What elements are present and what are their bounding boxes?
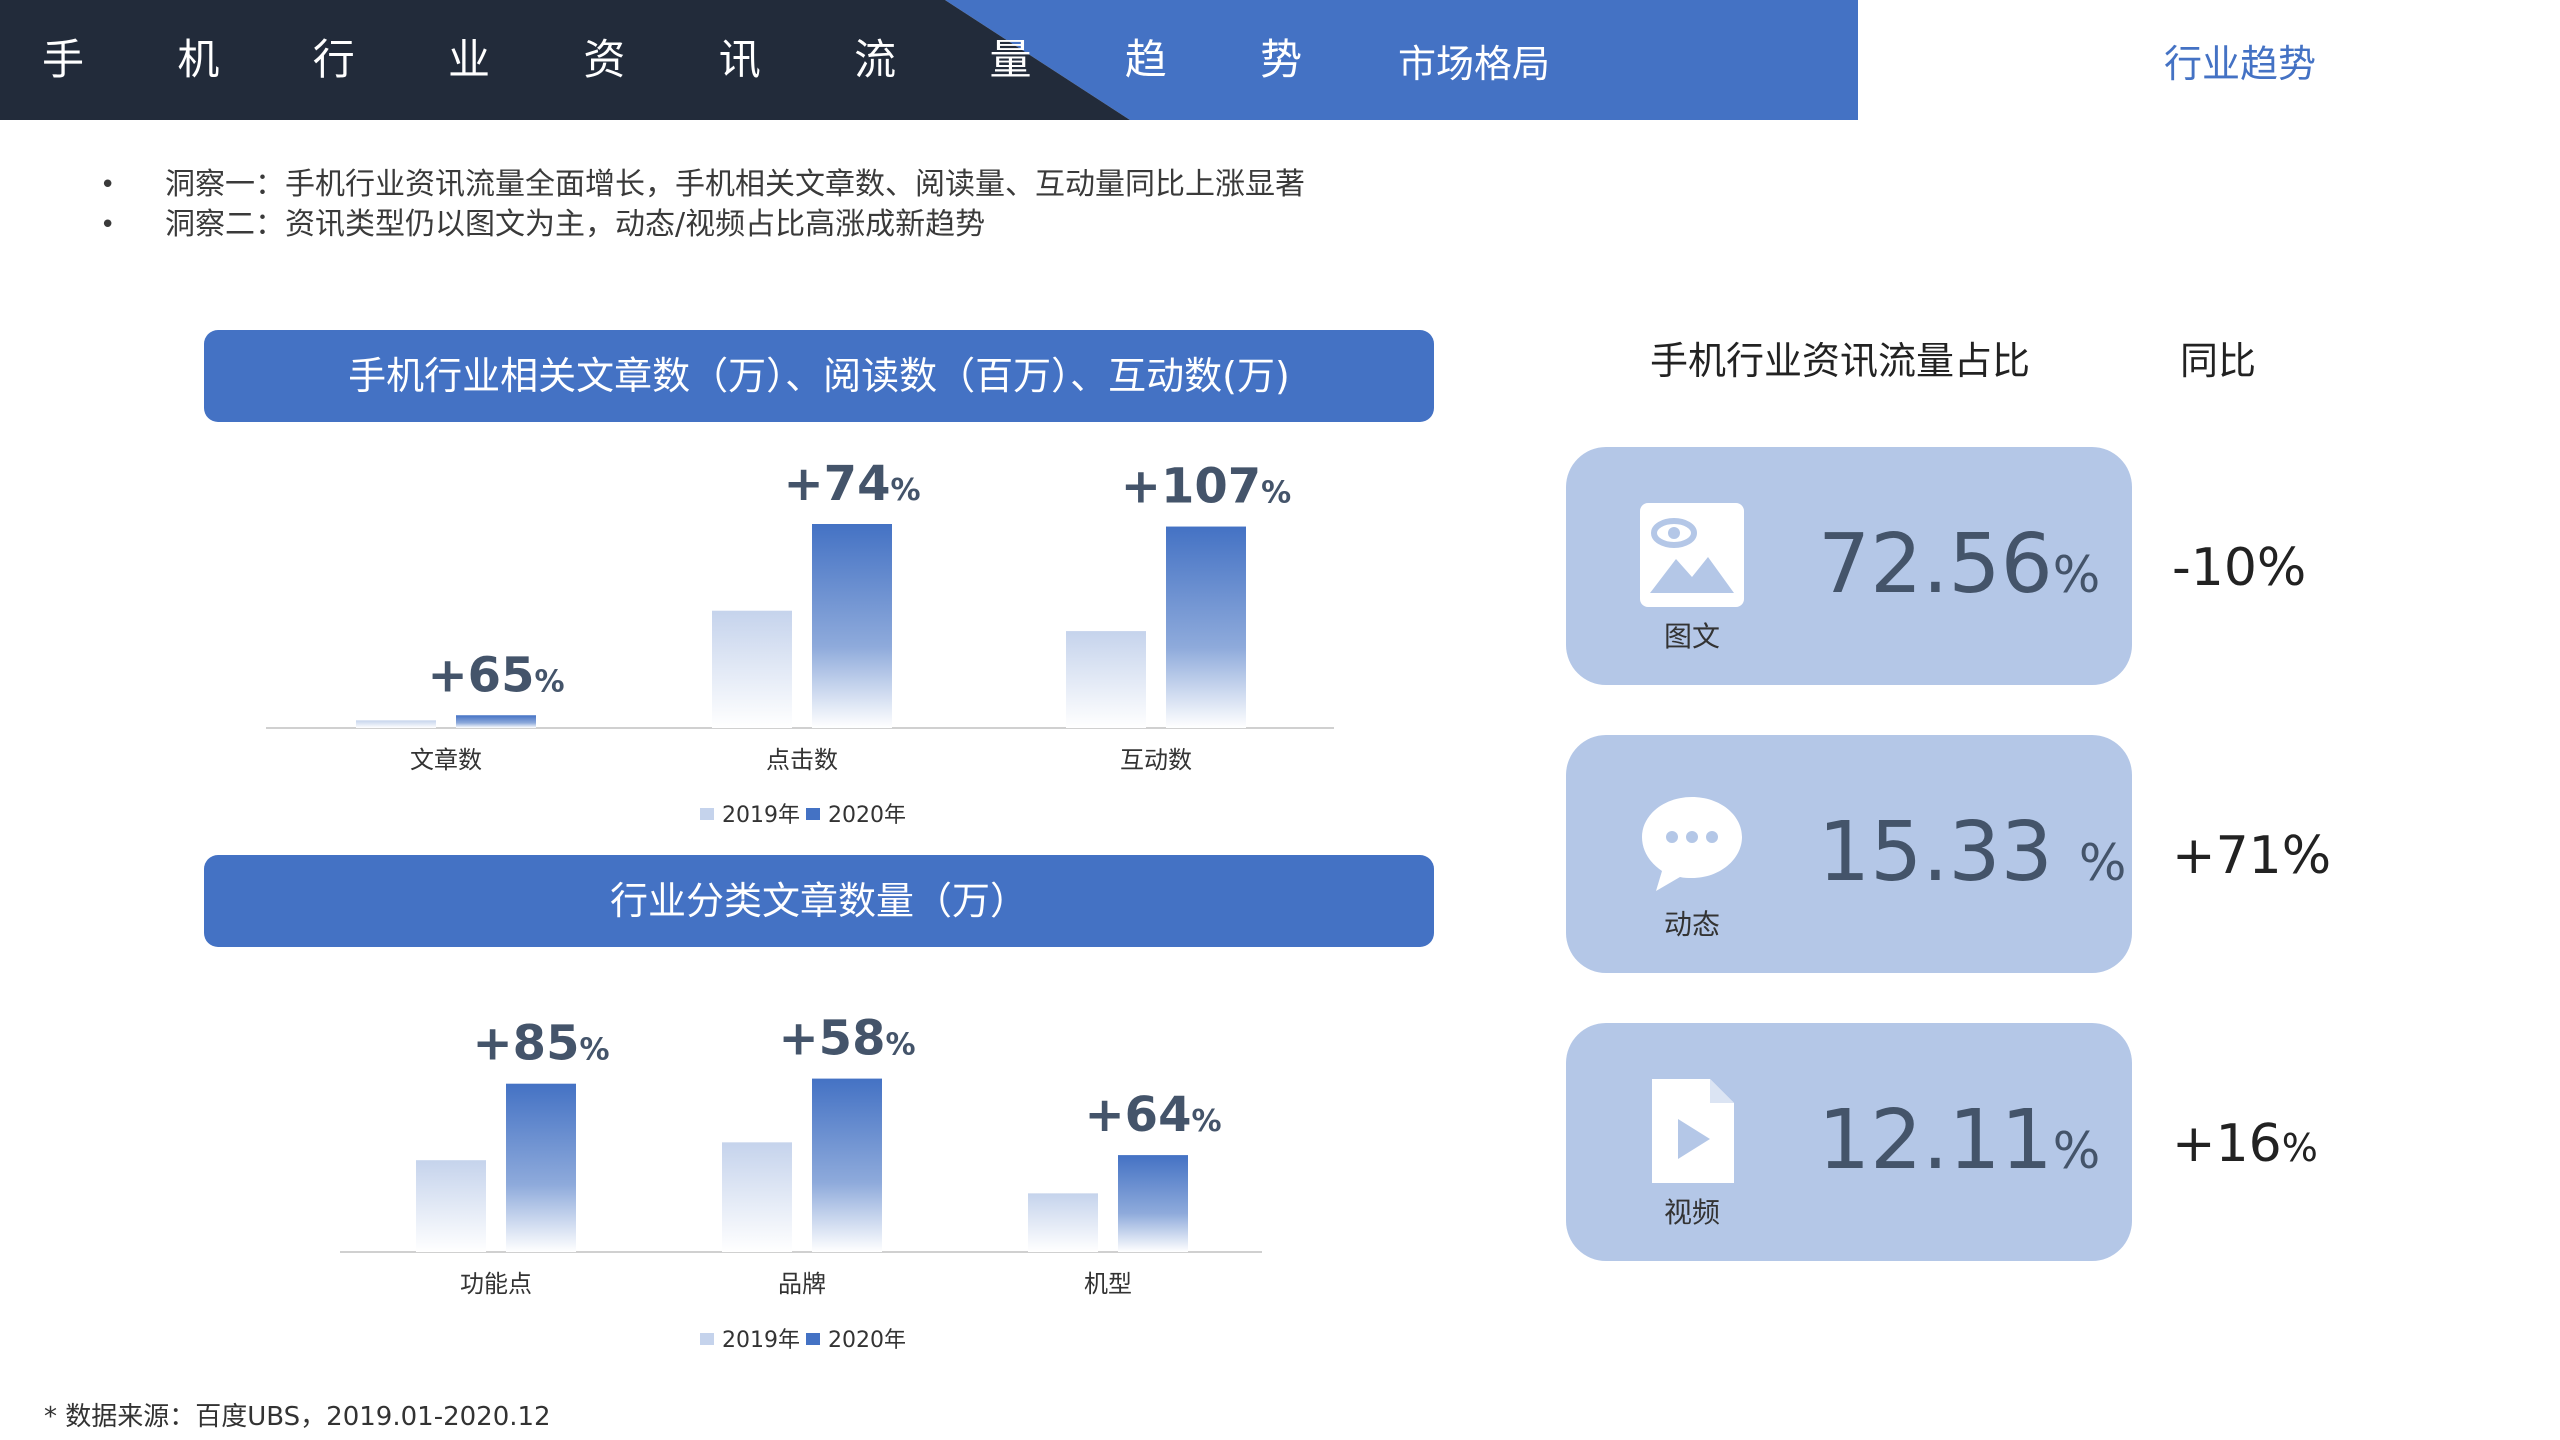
share-title: 手机行业资讯流量占比 — [1650, 339, 2031, 383]
growth-number: +85 — [472, 1016, 579, 1072]
page-title: 手 机 行 业 资 讯 流 量 趋 势 — [42, 35, 1343, 84]
share-unit: % — [2078, 834, 2127, 892]
yoy-number: -10% — [2172, 538, 2307, 598]
growth-unit: % — [885, 1028, 915, 1063]
bar-2020 — [812, 524, 892, 728]
share-card-dynamic: 动态 15.33 % — [1566, 735, 2132, 973]
legend-swatch-2019 — [700, 1333, 714, 1345]
share-number: 15.33 — [1818, 805, 2079, 900]
share-label: 图文 — [1663, 620, 1720, 653]
category-label: 机型 — [1084, 1270, 1132, 1298]
legend-label-2019: 2019年 — [722, 803, 800, 828]
growth-label: +64% — [1084, 1087, 1221, 1143]
bar-2020 — [506, 1083, 576, 1252]
bar-2019 — [1066, 631, 1146, 728]
bar-2019 — [712, 610, 792, 728]
share-card-image-text: 图文 72.56% — [1566, 447, 2132, 685]
bar-2020 — [1166, 526, 1246, 728]
data-source-note: * 数据来源：百度UBS，2019.01-2020.12 — [44, 1402, 551, 1432]
legend-label-2020: 2020年 — [828, 1328, 906, 1353]
category-label: 品牌 — [778, 1270, 826, 1298]
chart-svg: 功能点 +85% 品牌 +58% 机型 +64% 2019年 2020年 — [340, 1011, 1262, 1353]
growth-number: +58 — [778, 1011, 885, 1067]
tab-market-landscape[interactable]: 市场格局 — [1398, 36, 1550, 92]
share-number: 72.56 — [1818, 517, 2053, 612]
legend-label-2020: 2020年 — [828, 803, 906, 828]
share-unit: % — [2052, 546, 2101, 604]
growth-label: +107% — [1121, 459, 1291, 515]
bullet-icon: • — [100, 210, 116, 240]
growth-unit: % — [534, 664, 564, 699]
growth-unit: % — [1191, 1104, 1221, 1139]
yoy-number: +16 — [2172, 1114, 2282, 1174]
growth-unit: % — [1261, 476, 1291, 511]
chart-article-read-interact: 文章数 +65% 点击数 +74% 互动数 +107% 2019年 2020年 — [204, 430, 1434, 840]
yoy-value: -10% — [2172, 538, 2306, 598]
legend-swatch-2019 — [700, 808, 714, 820]
growth-label: +85% — [472, 1016, 609, 1072]
yoy-value: +16% — [2172, 1114, 2318, 1174]
category-label: 文章数 — [410, 746, 482, 774]
category-label: 互动数 — [1120, 746, 1192, 774]
tab-industry-trend[interactable]: 行业趋势 — [2164, 36, 2316, 92]
share-unit: % — [2052, 1122, 2101, 1180]
bar-2019 — [1028, 1193, 1098, 1252]
chart-title-category-articles: 行业分类文章数量（万） — [204, 855, 1434, 947]
growth-number: +65 — [427, 647, 534, 703]
chat-bubble-icon — [1642, 797, 1742, 891]
share-value: 72.56% — [1818, 517, 2100, 612]
yoy-title: 同比 — [2180, 339, 2257, 383]
share-value: 12.11% — [1818, 1093, 2100, 1188]
growth-label: +58% — [778, 1011, 915, 1067]
growth-unit: % — [579, 1033, 609, 1068]
category-label: 点击数 — [766, 746, 838, 774]
bar-2019 — [356, 720, 436, 728]
bar-2020 — [812, 1078, 882, 1252]
yoy-unit: % — [2281, 1126, 2318, 1170]
insight-text: 洞察二：资讯类型仍以图文为主，动态/视频占比高涨成新趋势 — [165, 207, 986, 242]
video-file-icon — [1652, 1079, 1734, 1183]
bullet-icon: • — [100, 170, 116, 200]
bar-2019 — [416, 1160, 486, 1252]
chart-category-articles: 功能点 +85% 品牌 +58% 机型 +64% 2019年 2020年 — [204, 955, 1434, 1355]
share-label: 视频 — [1663, 1196, 1720, 1229]
growth-number: +74 — [783, 456, 890, 512]
yoy-value: +71% — [2172, 826, 2331, 886]
bar-2020 — [456, 715, 536, 728]
category-label: 功能点 — [460, 1270, 532, 1298]
chart-title-article-read-interact: 手机行业相关文章数（万）、阅读数（百万）、互动数(万) — [204, 330, 1434, 422]
growth-number: +107 — [1121, 459, 1261, 515]
share-number: 12.11 — [1818, 1093, 2053, 1188]
growth-unit: % — [890, 473, 920, 508]
bar-2019 — [722, 1142, 792, 1252]
chart-svg: 文章数 +65% 点击数 +74% 互动数 +107% 2019年 2020年 — [266, 456, 1334, 828]
legend-swatch-2020 — [806, 1333, 820, 1345]
bar-2020 — [1118, 1155, 1188, 1252]
share-card-video: 视频 12.11% — [1566, 1023, 2132, 1261]
legend-swatch-2020 — [806, 808, 820, 820]
share-value: 15.33 % — [1818, 805, 2126, 900]
growth-label: +65% — [427, 647, 564, 703]
growth-number: +64 — [1084, 1087, 1191, 1143]
legend-label-2019: 2019年 — [722, 1328, 800, 1353]
growth-label: +74% — [783, 456, 920, 512]
insight-text: 洞察一：手机行业资讯流量全面增长，手机相关文章数、阅读量、互动量同比上涨显著 — [165, 167, 1305, 202]
share-label: 动态 — [1663, 908, 1720, 941]
yoy-number: +71% — [2172, 826, 2332, 886]
image-icon — [1640, 503, 1744, 607]
